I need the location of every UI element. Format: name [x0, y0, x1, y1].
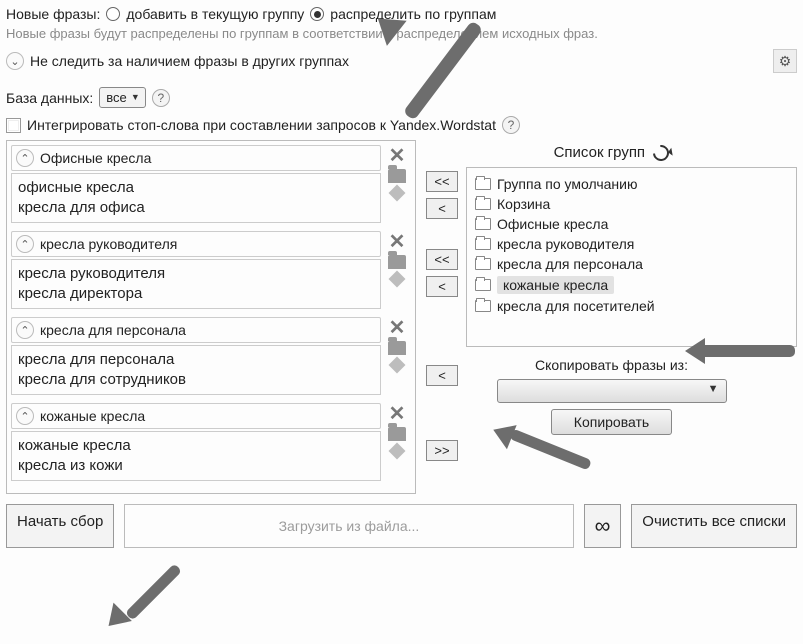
help-icon[interactable]: ? [502, 116, 520, 134]
share-icon: ∞ [595, 513, 611, 538]
phrase-groups-panel: ⌃ Офисные кресла офисные кресла кресла д… [6, 140, 416, 494]
phrase-group: ⌃ кожаные кресла кожаные кресла кресла и… [11, 403, 411, 481]
start-collect-button[interactable]: Начать сбор [6, 504, 114, 548]
phrase-group: ⌃ Офисные кресла офисные кресла кресла д… [11, 145, 411, 223]
new-phrases-row: Новые фразы: добавить в текущую группу р… [6, 6, 797, 22]
folder-icon [475, 238, 491, 250]
gear-icon: ⚙ [779, 53, 792, 70]
move-buttons: << < << < [426, 167, 458, 347]
tree-item: Группа по умолчанию [475, 174, 788, 194]
tree-item: Офисные кресла [475, 214, 788, 234]
close-icon[interactable]: ✕ [389, 147, 406, 165]
folder-icon [475, 279, 491, 291]
radio-distribute[interactable] [310, 7, 324, 21]
help-icon[interactable]: ? [152, 89, 170, 107]
groups-list-panel: Список групп << < << < Группа по умолчан… [426, 140, 797, 494]
folder-icon [475, 178, 491, 190]
diamond-icon[interactable] [389, 271, 406, 288]
diamond-icon[interactable] [389, 357, 406, 374]
folder-icon[interactable] [388, 169, 406, 183]
move-all-left-button[interactable]: << [426, 171, 458, 192]
move-left-button[interactable]: < [426, 365, 458, 386]
group-title: кожаные кресла [40, 408, 376, 424]
phrase-textarea[interactable]: кресла руководителя кресла директора [11, 259, 381, 309]
folder-icon[interactable] [388, 427, 406, 441]
group-header[interactable]: ⌃ Офисные кресла [11, 145, 381, 171]
group-list-title: Список групп [554, 144, 645, 161]
phrase-group: ⌃ кресла руководителя кресла руководител… [11, 231, 411, 309]
radio-add-to-current-label: добавить в текущую группу [126, 6, 304, 22]
group-title: Офисные кресла [40, 150, 376, 166]
group-header[interactable]: ⌃ кресла для персонала [11, 317, 381, 343]
database-label: База данных: [6, 90, 93, 106]
copy-button[interactable]: Копировать [551, 409, 672, 435]
close-icon[interactable]: ✕ [389, 233, 406, 251]
group-header[interactable]: ⌃ кожаные кресла [11, 403, 381, 429]
settings-button[interactable]: ⚙ [773, 49, 797, 73]
dont-track-label: Не следить за наличием фразы в других гр… [30, 53, 349, 69]
move-left-button[interactable]: < [426, 276, 458, 297]
chevron-up-icon[interactable]: ⌃ [16, 235, 34, 253]
clear-all-button[interactable]: Очистить все списки [631, 504, 797, 548]
chevron-up-icon[interactable]: ⌃ [16, 321, 34, 339]
close-icon[interactable]: ✕ [389, 319, 406, 337]
folder-icon [475, 218, 491, 230]
share-button[interactable]: ∞ [584, 504, 622, 548]
phrase-textarea[interactable]: кресла для персонала кресла для сотрудни… [11, 345, 381, 395]
folder-icon[interactable] [388, 255, 406, 269]
new-phrases-label: Новые фразы: [6, 6, 100, 22]
reload-icon[interactable] [650, 142, 673, 165]
integrate-stopwords-label: Интегрировать стоп-слова при составлении… [27, 117, 496, 133]
copy-from-label: Скопировать фразы из: [426, 357, 797, 373]
database-row: База данных: все ? [6, 87, 797, 108]
folder-icon [475, 198, 491, 210]
radio-add-to-current[interactable] [106, 7, 120, 21]
radio-distribute-label: распределить по группам [330, 6, 496, 22]
folder-icon [475, 258, 491, 270]
database-select[interactable]: все [99, 87, 146, 108]
tree-item: Корзина [475, 194, 788, 214]
phrase-textarea[interactable]: кожаные кресла кресла из кожи [11, 431, 381, 481]
phrase-textarea[interactable]: офисные кресла кресла для офиса [11, 173, 381, 223]
group-title: кресла для персонала [40, 322, 376, 338]
chevron-down-icon[interactable]: ⌄ [6, 52, 24, 70]
move-left-button[interactable]: < [426, 198, 458, 219]
phrase-group: ⌃ кресла для персонала кресла для персон… [11, 317, 411, 395]
folder-icon [475, 300, 491, 312]
move-all-left-button[interactable]: << [426, 249, 458, 270]
tree-item: кресла для персонала [475, 254, 788, 274]
tree-item: кресла для посетителей [475, 296, 788, 316]
diamond-icon[interactable] [389, 443, 406, 460]
tree-item: кресла руководителя [475, 234, 788, 254]
distribute-hint: Новые фразы будут распределены по группа… [6, 26, 797, 41]
diamond-icon[interactable] [389, 185, 406, 202]
move-all-right-button[interactable]: >> [426, 440, 458, 461]
integrate-stopwords-checkbox[interactable] [6, 118, 21, 133]
tree-item: кожаные кресла [475, 274, 788, 296]
chevron-up-icon[interactable]: ⌃ [16, 149, 34, 167]
folder-icon[interactable] [388, 341, 406, 355]
copy-from-select[interactable] [497, 379, 727, 403]
chevron-up-icon[interactable]: ⌃ [16, 407, 34, 425]
load-from-file-button[interactable]: Загрузить из файла... [124, 504, 573, 548]
group-tree[interactable]: Группа по умолчанию Корзина Офисные крес… [466, 167, 797, 347]
group-header[interactable]: ⌃ кресла руководителя [11, 231, 381, 257]
group-title: кресла руководителя [40, 236, 376, 252]
close-icon[interactable]: ✕ [389, 405, 406, 423]
annotation-arrow [100, 575, 220, 635]
